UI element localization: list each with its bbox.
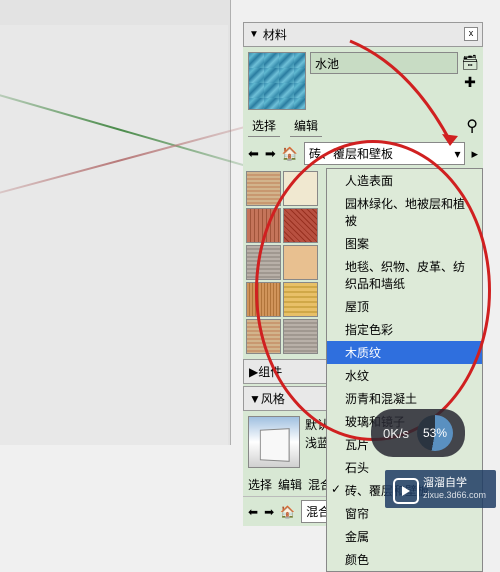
material-swatch[interactable]	[283, 245, 318, 280]
collapse-toggle[interactable]: ▼	[249, 392, 261, 406]
category-menu[interactable]: 人造表面园林绿化、地被层和植被图案地毯、织物、皮革、纺织品和墙纸屋顶指定色彩木质…	[326, 168, 483, 572]
tab-edit[interactable]: 编辑	[290, 115, 322, 137]
material-swatch[interactable]	[246, 208, 281, 243]
material-swatch[interactable]	[283, 282, 318, 317]
watermark-site: zixue.3d66.com	[423, 490, 486, 502]
material-swatches	[243, 168, 324, 357]
collapse-toggle[interactable]: ▶	[249, 365, 258, 379]
material-preview-row: 水池 🗃 ✚	[243, 47, 483, 115]
material-name-input[interactable]: 水池	[310, 52, 458, 74]
watermark: 溜溜自学 zixue.3d66.com	[385, 470, 496, 508]
progress-circle: 53%	[417, 415, 453, 451]
download-progress: 0K/s 53%	[371, 409, 465, 457]
home-icon[interactable]: 🏠	[282, 146, 298, 162]
tabs-row: 选择 编辑 ⚲	[243, 115, 483, 139]
eyedropper-icon[interactable]: ⚲	[466, 116, 478, 136]
style-thumbnail[interactable]	[248, 416, 300, 468]
material-swatch[interactable]	[246, 282, 281, 317]
components-title: 组件	[258, 363, 282, 380]
panel-title: 材料	[263, 26, 287, 43]
material-swatch[interactable]	[283, 319, 318, 354]
category-menu-item[interactable]: 金属	[327, 525, 482, 548]
collapse-toggle[interactable]: ▼	[249, 29, 259, 40]
watermark-brand: 溜溜自学	[423, 476, 486, 490]
create-material-icon[interactable]: ✚	[462, 74, 478, 90]
material-swatch-preview[interactable]	[248, 52, 306, 110]
materials-header[interactable]: ▼ 材料 x	[243, 22, 483, 47]
viewport-3d[interactable]	[0, 25, 228, 445]
viewport-area	[0, 0, 231, 445]
speed-label: 0K/s	[383, 426, 409, 441]
category-menu-item[interactable]: 图案	[327, 232, 482, 255]
display-icon[interactable]: 🗃	[462, 54, 478, 70]
progress-percent: 53%	[423, 426, 447, 440]
category-menu-item[interactable]: 颜色	[327, 548, 482, 571]
category-menu-item[interactable]: 人造表面	[327, 169, 482, 192]
material-swatch[interactable]	[283, 171, 318, 206]
category-menu-item[interactable]: 地毯、织物、皮革、纺织品和墙纸	[327, 255, 482, 295]
category-value: 砖、覆层和壁板	[309, 145, 393, 162]
tab-select[interactable]: 选择	[248, 476, 272, 493]
material-swatch[interactable]	[283, 208, 318, 243]
category-menu-item[interactable]: 水纹	[327, 364, 482, 387]
category-menu-item[interactable]: 指定色彩	[327, 318, 482, 341]
material-swatch[interactable]	[246, 171, 281, 206]
nav-back-icon[interactable]: ⬅	[248, 146, 259, 162]
details-icon[interactable]: ▸	[471, 146, 478, 162]
category-nav-row: ⬅ ➡ 🏠 砖、覆层和壁板 ▾ ▸	[243, 139, 483, 168]
category-menu-item[interactable]: 园林绿化、地被层和植被	[327, 192, 482, 232]
nav-fwd-icon[interactable]: ➡	[265, 146, 276, 162]
category-menu-item[interactable]: 木质纹	[327, 341, 482, 364]
close-icon[interactable]: x	[464, 27, 478, 41]
tab-select[interactable]: 选择	[248, 115, 280, 137]
tab-edit[interactable]: 编辑	[278, 476, 302, 493]
material-swatch[interactable]	[246, 319, 281, 354]
material-swatch[interactable]	[246, 245, 281, 280]
category-menu-item[interactable]: 屋顶	[327, 295, 482, 318]
play-icon	[393, 478, 419, 504]
category-menu-item[interactable]: 沥青和混凝土	[327, 387, 482, 410]
category-dropdown[interactable]: 砖、覆层和壁板 ▾	[304, 142, 465, 165]
styles-title: 风格	[261, 390, 285, 407]
chevron-down-icon: ▾	[454, 147, 460, 161]
